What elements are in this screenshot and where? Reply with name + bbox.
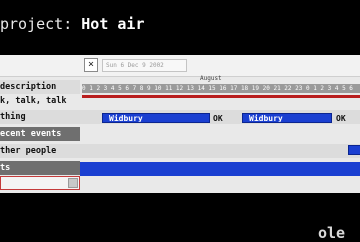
row-label-description: description <box>0 80 80 94</box>
timeline-window: × Sun 6 Dec 9 2002 August 0 1 2 3 4 5 6 … <box>0 55 360 193</box>
event-status: OK <box>336 114 346 123</box>
row-label-other-people: ther people <box>0 144 80 158</box>
project-title: project: Hot air <box>0 10 360 38</box>
current-time-line <box>82 95 360 98</box>
ts-bar[interactable] <box>80 162 360 176</box>
track-other-people <box>80 144 360 158</box>
event-status: OK <box>213 114 223 123</box>
corner-text: ole <box>318 224 346 242</box>
month-label: August <box>200 75 222 82</box>
hour-ruler: 0 1 2 3 4 5 6 7 8 9 10 11 12 13 14 15 16… <box>82 84 360 93</box>
project-name: Hot air <box>81 15 145 33</box>
row-label-recent-events: ecent events <box>0 127 80 141</box>
scroll-thumb[interactable] <box>68 178 78 188</box>
row-label-thing: thing <box>0 110 80 124</box>
row-label-ts: ts <box>0 161 80 175</box>
title-prefix: project: <box>0 15 73 33</box>
track-recent-events <box>80 127 360 141</box>
row-label-talk: k, talk, talk <box>0 96 67 106</box>
close-icon[interactable]: × <box>84 58 98 72</box>
event-bar[interactable]: Widbury <box>102 113 210 123</box>
event-bar-partial[interactable] <box>348 145 360 155</box>
date-field[interactable]: Sun 6 Dec 9 2002 <box>102 59 187 72</box>
event-bar[interactable]: Widbury <box>242 113 332 123</box>
